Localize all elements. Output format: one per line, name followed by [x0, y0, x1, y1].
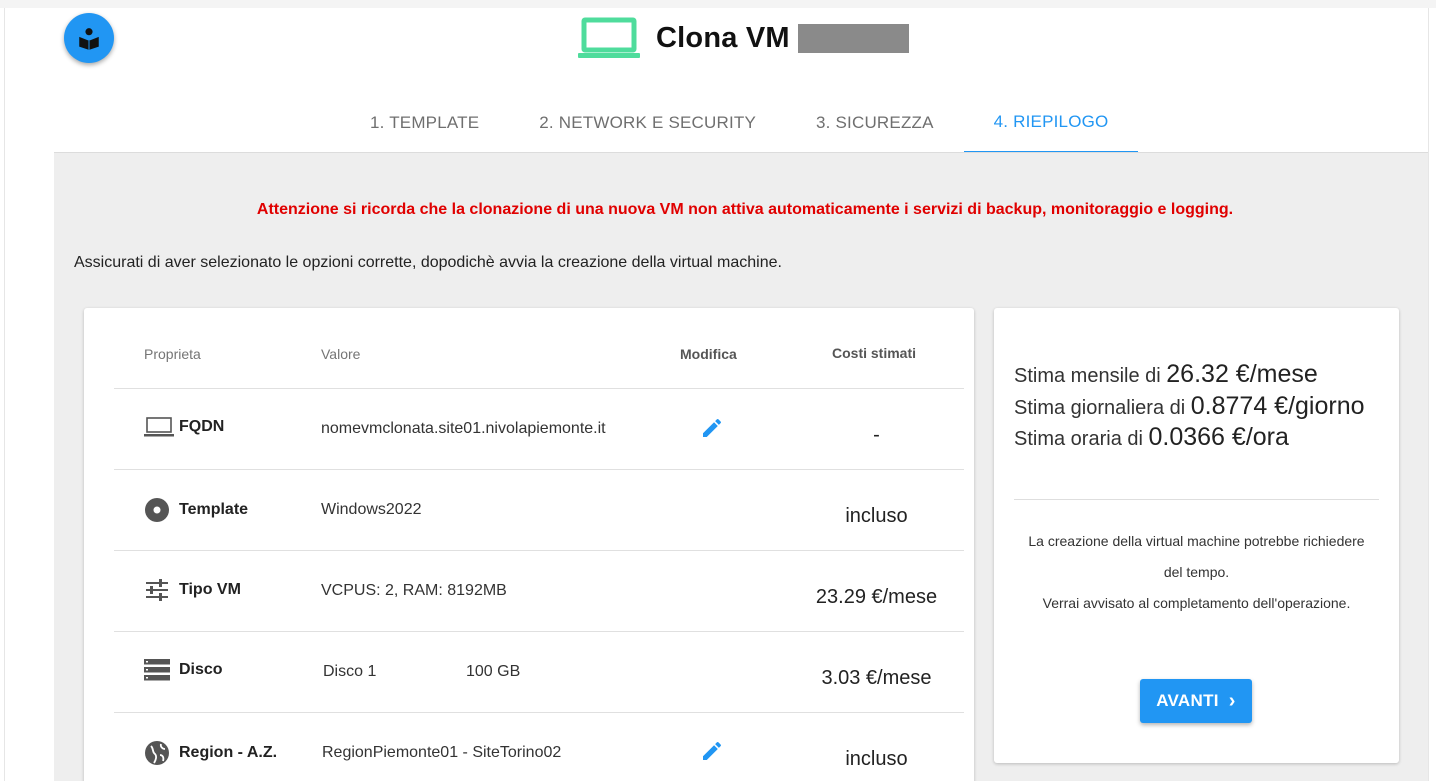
hourly-estimate: Stima oraria di 0.0366 €/ora	[1014, 423, 1289, 452]
page: Clona VM 1. TEMPLATE 2. NETWORK E SECURI…	[0, 0, 1436, 781]
top-strip	[0, 0, 1436, 8]
instruction-text: Assicurati di aver selezionato le opzion…	[74, 254, 782, 271]
region-cost: incluso	[845, 748, 908, 770]
tab-network-security[interactable]: 2. NETWORK E SECURITY	[509, 92, 786, 153]
summary-table-card: Proprieta Valore Modifica Costi stimati …	[84, 308, 974, 781]
daily-estimate-label: Stima giornaliera di	[1014, 397, 1186, 419]
tipo-vm-value: VCPUS: 2, RAM: 8192MB	[321, 582, 507, 599]
creation-note-line3: Verrai avvisato al completamento dell'op…	[1042, 595, 1351, 611]
region-value: RegionPiemonte01 - SiteTorino02	[322, 744, 562, 761]
column-header-property: Proprieta	[144, 346, 201, 362]
table-row-fqdn: FQDN	[144, 416, 224, 438]
laptop-icon	[144, 416, 174, 438]
column-header-edit: Modifica	[680, 346, 737, 362]
monthly-estimate-label: Stima mensile di	[1014, 365, 1161, 387]
disc-icon	[144, 497, 174, 523]
fqdn-value: nomevmclonata.site01.nivolapiemonte.it	[321, 420, 606, 437]
left-divider	[4, 8, 5, 781]
row-label: Template	[179, 501, 249, 518]
laptop-icon	[578, 17, 640, 58]
disco-cost: 3.03 €/mese	[821, 667, 932, 689]
cost-estimate-card: Stima mensile di 26.32 €/mese Stima gior…	[994, 308, 1399, 763]
summary-panel: Attenzione si ricorda che la clonazione …	[54, 153, 1428, 781]
creation-note-line1: La creazione della virtual machine potre…	[1028, 533, 1365, 549]
warning-message: Attenzione si ricorda che la clonazione …	[256, 201, 1234, 218]
tab-sicurezza[interactable]: 3. SICUREZZA	[786, 92, 964, 153]
row-label: FQDN	[179, 418, 225, 435]
chevron-right-icon: ›	[1228, 689, 1236, 712]
page-header: Clona VM	[578, 16, 909, 60]
estimate-divider	[1014, 499, 1379, 500]
row-label: Region - A.Z.	[179, 744, 278, 761]
wizard-tabs: 1. TEMPLATE 2. NETWORK E SECURITY 3. SIC…	[340, 92, 1139, 153]
next-button[interactable]: AVANTI ›	[1140, 679, 1252, 723]
template-value: Windows2022	[321, 501, 422, 518]
redacted-vm-name	[797, 23, 909, 53]
column-header-cost: Costi stimati	[832, 345, 917, 361]
daily-estimate-value: 0.8774 €/giorno	[1190, 392, 1365, 420]
row-divider	[114, 469, 964, 470]
row-label: Tipo VM	[179, 581, 241, 598]
tab-template[interactable]: 1. TEMPLATE	[340, 92, 509, 153]
edit-region-button[interactable]	[698, 737, 726, 765]
hourly-estimate-label: Stima oraria di	[1014, 428, 1143, 450]
page-title: Clona VM	[656, 21, 790, 54]
template-cost: incluso	[845, 505, 908, 527]
pencil-icon	[703, 741, 722, 760]
row-label: Disco	[179, 661, 223, 678]
row-divider	[114, 631, 964, 632]
creation-note-line2: del tempo.	[1163, 564, 1230, 580]
monthly-estimate: Stima mensile di 26.32 €/mese	[1014, 360, 1318, 389]
table-row-template: Template	[144, 497, 248, 523]
column-header-value: Valore	[321, 346, 361, 362]
fqdn-cost: -	[873, 424, 880, 446]
tune-icon	[144, 578, 174, 602]
next-button-label: AVANTI	[1156, 691, 1219, 710]
globe-icon	[144, 740, 174, 766]
pencil-icon	[703, 418, 722, 437]
disk-size: 100 GB	[466, 663, 521, 680]
book-reader-icon	[79, 28, 99, 50]
tab-riepilogo[interactable]: 4. RIEPILOGO	[963, 92, 1139, 153]
disk-name: Disco 1	[323, 663, 377, 680]
right-divider	[1428, 8, 1429, 781]
row-divider	[114, 388, 964, 389]
table-row-tipo-vm: Tipo VM	[144, 578, 241, 602]
hourly-estimate-value: 0.0366 €/ora	[1148, 423, 1289, 451]
tipo-vm-cost: 23.29 €/mese	[815, 586, 938, 608]
storage-icon	[144, 659, 174, 681]
edit-fqdn-button[interactable]	[698, 414, 726, 442]
help-fab-button[interactable]	[64, 13, 114, 63]
table-row-disco: Disco	[144, 659, 223, 681]
row-divider	[114, 550, 964, 551]
table-row-region: Region - A.Z.	[144, 740, 277, 766]
daily-estimate: Stima giornaliera di 0.8774 €/giorno	[1014, 392, 1365, 421]
monthly-estimate-value: 26.32 €/mese	[1166, 360, 1318, 388]
row-divider	[114, 712, 964, 713]
